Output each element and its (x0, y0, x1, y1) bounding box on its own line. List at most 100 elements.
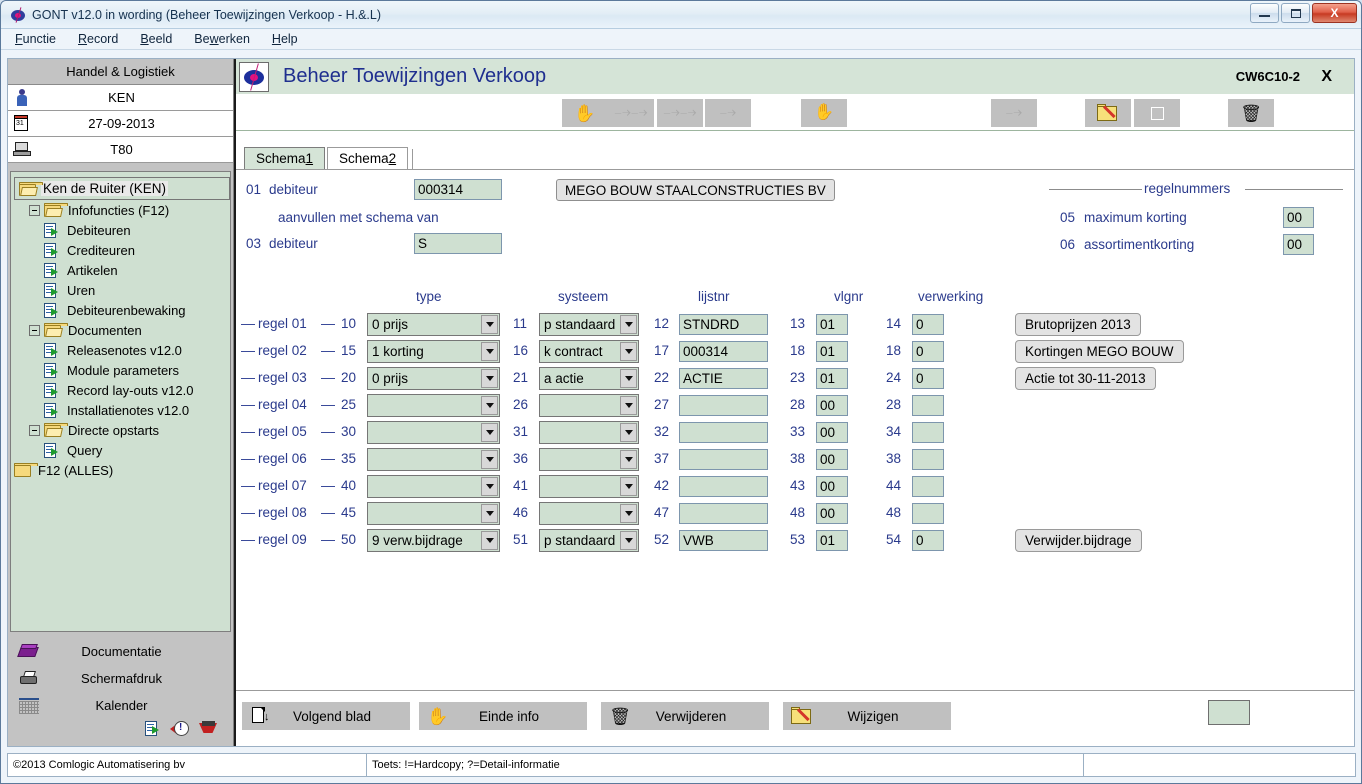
maximum-korting-input[interactable]: 00 (1283, 207, 1314, 228)
einde-info-button[interactable]: ✋ Einde info (419, 702, 587, 730)
type-select[interactable] (367, 421, 500, 444)
lijstnr-input[interactable]: ACTIE (679, 368, 768, 389)
chevron-down-icon[interactable] (620, 450, 637, 469)
tab-schema-2[interactable]: Schema 2 (327, 147, 409, 169)
type-select[interactable] (367, 475, 500, 498)
regel-note-button[interactable]: Kortingen MEGO BOUW (1015, 340, 1184, 363)
chevron-down-icon[interactable] (620, 315, 637, 334)
clock-alert-icon[interactable]: ! (170, 721, 190, 738)
menu-functie[interactable]: Functie (15, 32, 56, 46)
assortimentkorting-input[interactable]: 00 (1283, 234, 1314, 255)
chevron-down-icon[interactable] (481, 450, 498, 469)
tree-item-ken-de-ruiter-ken[interactable]: Ken de Ruiter (KEN) (14, 177, 230, 200)
vlgnr-input[interactable]: 00 (816, 503, 848, 524)
systeem-select[interactable] (539, 394, 639, 417)
lijstnr-input[interactable] (679, 395, 768, 416)
verwerking-input[interactable]: 0 (912, 368, 944, 389)
vlgnr-input[interactable]: 01 (816, 368, 848, 389)
tree-item-installatienotes-v12-0[interactable]: Installatienotes v12.0 (14, 400, 230, 420)
type-select[interactable] (367, 448, 500, 471)
chevron-down-icon[interactable] (620, 423, 637, 442)
chevron-down-icon[interactable] (481, 396, 498, 415)
regel-note-button[interactable]: Actie tot 30-11-2013 (1015, 367, 1156, 390)
chevron-down-icon[interactable] (481, 342, 498, 361)
minimize-button[interactable] (1250, 3, 1279, 23)
tree-item-crediteuren[interactable]: Crediteuren (14, 240, 230, 260)
chevron-down-icon[interactable] (481, 369, 498, 388)
regel-note-button[interactable]: Verwijder.bijdrage (1015, 529, 1142, 552)
chevron-down-icon[interactable] (620, 396, 637, 415)
debiteur-input[interactable]: 000314 (414, 179, 502, 200)
systeem-select[interactable]: p standaard (539, 529, 639, 552)
vlgnr-input[interactable]: 00 (816, 449, 848, 470)
chevron-down-icon[interactable] (620, 504, 637, 523)
verwerking-input[interactable] (912, 449, 944, 470)
lijstnr-input[interactable] (679, 503, 768, 524)
chevron-down-icon[interactable] (481, 315, 498, 334)
type-select[interactable]: 0 prijs (367, 367, 500, 390)
chevron-down-icon[interactable] (620, 369, 637, 388)
systeem-select[interactable] (539, 475, 639, 498)
tree-item-releasenotes-v12-0[interactable]: Releasenotes v12.0 (14, 340, 230, 360)
verwerking-input[interactable] (912, 476, 944, 497)
verwerking-input[interactable]: 0 (912, 530, 944, 551)
regel-note-button[interactable]: Brutoprijzen 2013 (1015, 313, 1141, 336)
exit-arrow-icon[interactable] (199, 721, 219, 738)
volgend-blad-button[interactable]: ↓ Volgend blad (242, 702, 410, 730)
tree-collapse-icon[interactable] (29, 324, 40, 336)
verwerking-input[interactable]: 0 (912, 314, 944, 335)
tree-item-f12-alles[interactable]: F12 (ALLES) (14, 460, 230, 480)
lijstnr-input[interactable] (679, 422, 768, 443)
systeem-select[interactable]: a actie (539, 367, 639, 390)
menu-record[interactable]: Record (78, 32, 118, 46)
tree-collapse-icon[interactable] (29, 204, 40, 216)
maximize-button[interactable] (1281, 3, 1310, 23)
tree-item-query[interactable]: Query (14, 440, 230, 460)
verwerking-input[interactable] (912, 422, 944, 443)
sidebar-action-kalender[interactable]: Kalender (8, 692, 233, 719)
tree-item-debiteurenbewaking[interactable]: Debiteurenbewaking (14, 300, 230, 320)
systeem-select[interactable] (539, 448, 639, 471)
tab-schema-1[interactable]: Schema 1 (244, 147, 326, 169)
chevron-down-icon[interactable] (481, 531, 498, 550)
vlgnr-input[interactable]: 01 (816, 341, 848, 362)
type-select[interactable]: 9 verw.bijdrage (367, 529, 500, 552)
lijstnr-input[interactable] (679, 449, 768, 470)
chevron-down-icon[interactable] (481, 504, 498, 523)
tree-item-artikelen[interactable]: Artikelen (14, 260, 230, 280)
verwerking-input[interactable]: 0 (912, 341, 944, 362)
verwerking-input[interactable] (912, 503, 944, 524)
sidebar-action-schermafdruk[interactable]: Schermafdruk (8, 665, 233, 692)
systeem-select[interactable]: p standaard (539, 313, 639, 336)
document-go-icon[interactable] (145, 721, 161, 736)
tree-collapse-icon[interactable] (29, 424, 40, 436)
vlgnr-input[interactable]: 01 (816, 314, 848, 335)
trash-icon[interactable]: 🗑 (1228, 99, 1274, 127)
type-select[interactable] (367, 394, 500, 417)
lijstnr-input[interactable]: STNDRD (679, 314, 768, 335)
chevron-down-icon[interactable] (481, 477, 498, 496)
systeem-select[interactable] (539, 502, 639, 525)
tree-item-directe-opstarts[interactable]: Directe opstarts (14, 420, 230, 440)
wijzigen-button[interactable]: Wijzigen (783, 702, 951, 730)
tree-item-module-parameters[interactable]: Module parameters (14, 360, 230, 380)
verwerking-input[interactable] (912, 395, 944, 416)
tree-item-uren[interactable]: Uren (14, 280, 230, 300)
tree-item-documenten[interactable]: Documenten (14, 320, 230, 340)
vlgnr-input[interactable]: 01 (816, 530, 848, 551)
chevron-down-icon[interactable] (620, 342, 637, 361)
systeem-select[interactable]: k contract (539, 340, 639, 363)
chevron-down-icon[interactable] (620, 531, 637, 550)
type-select[interactable]: 0 prijs (367, 313, 500, 336)
end-field-input[interactable] (1208, 700, 1250, 725)
type-select[interactable] (367, 502, 500, 525)
tree-item-infofuncties-f12[interactable]: Infofuncties (F12) (14, 200, 230, 220)
close-button[interactable]: X (1312, 3, 1357, 23)
tree-item-record-lay-outs-v12-0[interactable]: Record lay-outs v12.0 (14, 380, 230, 400)
chevron-down-icon[interactable] (620, 477, 637, 496)
tree-item-debiteuren[interactable]: Debiteuren (14, 220, 230, 240)
vlgnr-input[interactable]: 00 (816, 422, 848, 443)
menu-beeld[interactable]: Beeld (140, 32, 172, 46)
lijstnr-input[interactable] (679, 476, 768, 497)
type-select[interactable]: 1 korting (367, 340, 500, 363)
